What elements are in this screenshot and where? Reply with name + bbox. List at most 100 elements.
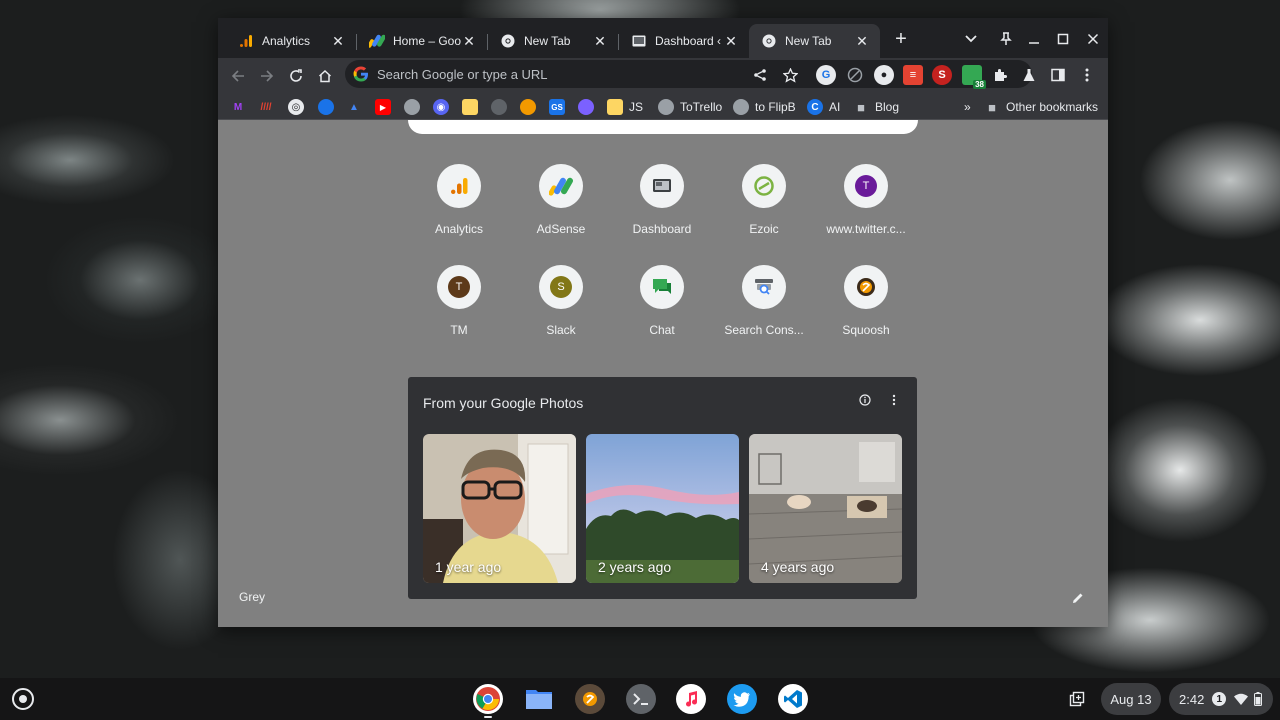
bookmark-blue[interactable] xyxy=(318,98,334,116)
extension-counter-icon[interactable]: 38 xyxy=(962,65,986,89)
files-icon[interactable] xyxy=(524,684,554,714)
twitter-icon[interactable] xyxy=(727,684,757,714)
tab-search-icon[interactable] xyxy=(961,29,981,49)
side-panel-icon[interactable] xyxy=(1048,65,1068,85)
shortcut-adsense[interactable]: AdSense xyxy=(513,164,609,236)
shortcut-letter: T xyxy=(855,175,877,197)
close-icon[interactable]: ✕ xyxy=(723,33,739,50)
close-icon[interactable]: ✕ xyxy=(330,33,346,50)
chrome-icon[interactable] xyxy=(473,684,503,714)
reload-button[interactable] xyxy=(284,64,308,88)
bookmark-orange[interactable] xyxy=(520,98,536,116)
card-menu-icon[interactable] xyxy=(886,394,902,409)
photo-memory[interactable]: 1 year ago xyxy=(423,434,576,583)
extension-dark-icon[interactable]: ● xyxy=(874,65,894,85)
squoosh-icon xyxy=(844,265,888,309)
bookmark-totrello[interactable]: ToTrello xyxy=(658,98,722,116)
info-icon[interactable] xyxy=(857,394,873,409)
shortcut-label: Search Cons... xyxy=(724,323,804,337)
shortcut-twitter[interactable]: T www.twitter.c... xyxy=(818,164,914,236)
extension-badge: 38 xyxy=(973,80,986,89)
close-icon[interactable]: ✕ xyxy=(592,33,608,50)
new-tab-button[interactable]: + xyxy=(891,28,911,50)
omnibox-input[interactable] xyxy=(377,66,737,82)
bookmark-ai[interactable]: C AI xyxy=(807,98,840,116)
calendar-date-button[interactable]: Aug 13 xyxy=(1101,683,1161,715)
tab-new-tab[interactable]: New Tab ✕ xyxy=(488,24,618,58)
shortcut-analytics[interactable]: Analytics xyxy=(411,164,507,236)
bookmark-star-icon[interactable] xyxy=(780,65,800,85)
bookmark-blog[interactable]: ■ Blog xyxy=(853,98,899,116)
chrome-icon xyxy=(761,33,777,49)
extension-blocker-icon[interactable] xyxy=(845,65,865,85)
maximize-icon[interactable] xyxy=(1053,29,1073,49)
tab-title: Dashboard ‹ AI xyxy=(655,34,723,48)
home-button[interactable] xyxy=(313,64,337,88)
close-window-icon[interactable] xyxy=(1083,29,1103,49)
extension-todoist-icon[interactable]: ≡ xyxy=(903,65,923,85)
extension-s-icon[interactable]: S xyxy=(932,65,952,85)
labs-flask-icon[interactable] xyxy=(1019,65,1039,85)
shortcut-letter: S xyxy=(550,276,572,298)
forward-button[interactable] xyxy=(255,64,279,88)
music-icon[interactable] xyxy=(676,684,706,714)
extensions-puzzle-icon[interactable] xyxy=(990,65,1010,85)
bookmark-youtube[interactable]: ▶ xyxy=(375,98,391,116)
tote-icon[interactable] xyxy=(1061,683,1093,715)
shortcut-chat[interactable]: Chat xyxy=(614,265,710,337)
dashboard-icon xyxy=(631,33,647,49)
bookmark-js[interactable]: JS xyxy=(607,98,643,116)
bookmark-github[interactable] xyxy=(491,98,507,116)
analytics-icon xyxy=(238,33,254,49)
extension-grammar-icon[interactable]: G xyxy=(816,65,836,85)
squoosh-icon[interactable] xyxy=(575,684,605,714)
shortcut-ezoic[interactable]: Ezoic xyxy=(716,164,812,236)
bookmark-stripes[interactable]: //// xyxy=(258,98,274,116)
bookmark-globe[interactable]: ◎ xyxy=(288,98,304,116)
pin-icon[interactable] xyxy=(996,29,1016,49)
tab-adsense[interactable]: Home – Google ✕ xyxy=(357,24,487,58)
close-icon[interactable]: ✕ xyxy=(461,33,477,50)
photo-memory[interactable]: 2 years ago xyxy=(586,434,739,583)
bookmark-purple[interactable] xyxy=(578,98,594,116)
shortcut-search-console[interactable]: Search Cons... xyxy=(716,265,812,337)
omnibox[interactable] xyxy=(345,60,1032,88)
tab-analytics[interactable]: Analytics ✕ xyxy=(226,24,356,58)
back-button[interactable] xyxy=(226,64,250,88)
bookmark-discord[interactable]: ◉ xyxy=(433,98,449,116)
bookmarks-overflow[interactable]: » xyxy=(964,98,971,116)
letter-t-icon: T xyxy=(437,265,481,309)
shortcut-squoosh[interactable]: Squoosh xyxy=(818,265,914,337)
bookmark-mail[interactable]: M xyxy=(230,98,246,116)
tab-new-tab-active[interactable]: New Tab ✕ xyxy=(749,24,880,58)
tab-dashboard[interactable]: Dashboard ‹ AI ✕ xyxy=(619,24,749,58)
globe-icon xyxy=(404,99,420,115)
close-icon[interactable]: ✕ xyxy=(854,33,870,50)
shortcut-tm[interactable]: T TM xyxy=(411,265,507,337)
ntp-search-box[interactable] xyxy=(408,120,918,134)
bookmark-sponge[interactable] xyxy=(462,98,478,116)
minimize-icon[interactable] xyxy=(1024,29,1044,49)
theme-label: Grey xyxy=(239,590,266,604)
letter-t-icon: T xyxy=(844,164,888,208)
shortcut-dashboard[interactable]: Dashboard xyxy=(614,164,710,236)
vscode-icon[interactable] xyxy=(778,684,808,714)
menu-kebab-icon[interactable] xyxy=(1077,65,1097,85)
shortcut-slack[interactable]: S Slack xyxy=(513,265,609,337)
bookmark-web[interactable] xyxy=(404,98,420,116)
folder-icon: ■ xyxy=(857,99,865,115)
bookmark-label: to FlipB xyxy=(755,100,796,114)
other-bookmarks[interactable]: ■ Other bookmarks xyxy=(984,98,1098,116)
status-area[interactable]: 2:42 1 xyxy=(1169,683,1273,715)
share-icon[interactable] xyxy=(750,65,770,85)
youtube-icon: ▶ xyxy=(375,99,391,115)
terminal-icon[interactable] xyxy=(626,684,656,714)
tab-title: New Tab xyxy=(785,34,832,48)
adsense-icon xyxy=(369,33,385,49)
bookmark-flask[interactable]: ▲ xyxy=(346,98,362,116)
bookmark-toflipb[interactable]: to FlipB xyxy=(733,98,796,116)
photo-memory[interactable]: 4 years ago xyxy=(749,434,902,583)
bookmark-gsheets[interactable]: GS xyxy=(549,98,565,116)
customize-pencil-icon[interactable] xyxy=(1068,588,1088,608)
launcher-icon[interactable] xyxy=(12,688,34,710)
